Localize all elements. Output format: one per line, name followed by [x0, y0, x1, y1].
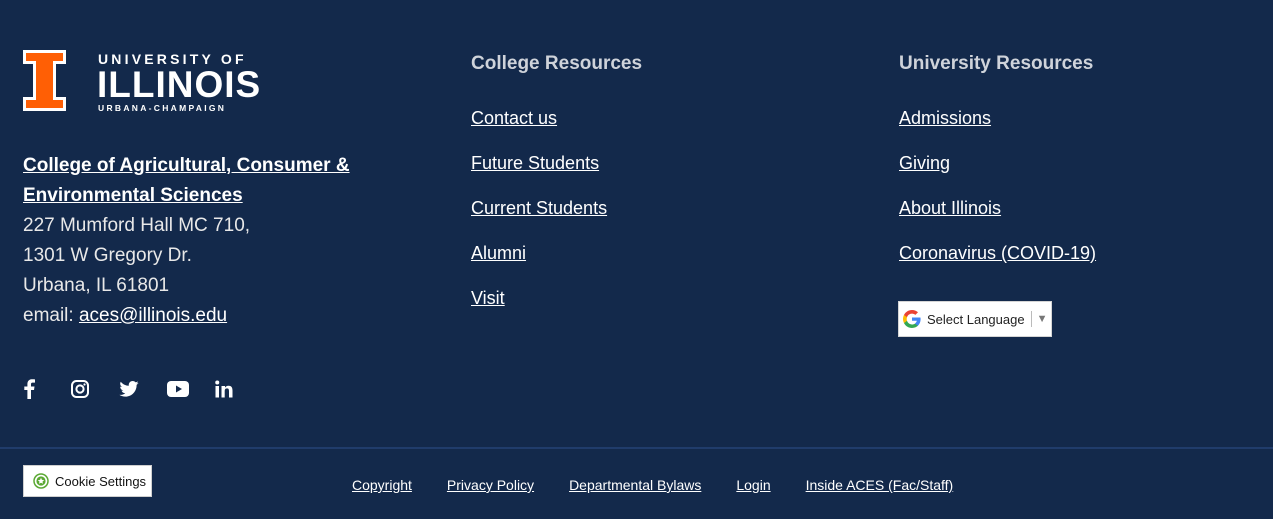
address-street2: 1301 W Gregory Dr.: [23, 245, 192, 266]
language-select-label: Select Language: [927, 311, 1025, 327]
college-address: College of Agricultural, Consumer & Envir…: [23, 151, 423, 331]
footer-divider: [0, 447, 1273, 449]
address-city: Urbana, IL 61801: [23, 275, 170, 296]
current-students-link[interactable]: Current Students: [471, 198, 607, 218]
legal-links: Copyright Privacy Policy Departmental By…: [352, 476, 988, 494]
university-logo[interactable]: UNIVERSITY OF ILLINOIS URBANA-CHAMPAIGN: [23, 50, 263, 114]
college-name-link[interactable]: College of Agricultural, Consumer & Envir…: [23, 155, 350, 206]
coronavirus-link[interactable]: Coronavirus (COVID-19): [899, 243, 1096, 263]
list-item: Alumni: [471, 241, 642, 286]
google-icon: [903, 310, 921, 328]
future-students-link[interactable]: Future Students: [471, 153, 599, 173]
facebook-icon[interactable]: [23, 376, 71, 402]
twitter-icon[interactable]: [119, 376, 167, 402]
contact-us-link[interactable]: Contact us: [471, 108, 557, 128]
cookie-settings-button[interactable]: Cookie Settings: [23, 465, 152, 497]
language-select[interactable]: Select Language ▼: [898, 301, 1052, 337]
block-i-icon: [23, 50, 66, 111]
inside-aces-link[interactable]: Inside ACES (Fac/Staff): [806, 476, 954, 494]
linkedin-icon[interactable]: [215, 376, 263, 402]
copyright-link[interactable]: Copyright: [352, 476, 412, 494]
language-select-divider: [1030, 311, 1032, 327]
list-item: Contact us: [471, 106, 642, 151]
list-item: Coronavirus (COVID-19): [899, 241, 1096, 286]
address-street: 227 Mumford Hall MC 710,: [23, 215, 251, 236]
visit-link[interactable]: Visit: [471, 288, 505, 308]
logo-wordmark: UNIVERSITY OF ILLINOIS URBANA-CHAMPAIGN: [97, 50, 262, 114]
email-link[interactable]: aces@illinois.edu: [79, 305, 227, 326]
instagram-icon[interactable]: [71, 376, 119, 402]
university-resources-column: University Resources Admissions Giving A…: [899, 52, 1096, 286]
college-resources-list: Contact us Future Students Current Stude…: [471, 106, 642, 331]
college-name-line2: Environmental Sciences: [23, 185, 243, 206]
list-item: Visit: [471, 286, 642, 331]
giving-link[interactable]: Giving: [899, 153, 950, 173]
list-item: Current Students: [471, 196, 642, 241]
cookie-settings-icon: [33, 473, 49, 489]
privacy-policy-link[interactable]: Privacy Policy: [447, 476, 534, 494]
university-resources-list: Admissions Giving About Illinois Coronav…: [899, 106, 1096, 286]
social-links: [23, 376, 263, 402]
list-item: Admissions: [899, 106, 1096, 151]
alumni-link[interactable]: Alumni: [471, 243, 526, 263]
list-item: Giving: [899, 151, 1096, 196]
about-illinois-link[interactable]: About Illinois: [899, 198, 1001, 218]
list-item: Future Students: [471, 151, 642, 196]
cookie-settings-label: Cookie Settings: [55, 473, 147, 489]
list-item: About Illinois: [899, 196, 1096, 241]
college-resources-column: College Resources Contact us Future Stud…: [471, 52, 642, 331]
chevron-down-icon: ▼: [1036, 313, 1048, 325]
email-label: email:: [23, 305, 74, 326]
college-name-line1: College of Agricultural, Consumer &: [23, 155, 350, 176]
departmental-bylaws-link[interactable]: Departmental Bylaws: [569, 476, 701, 494]
logo-main-text: ILLINOIS: [97, 64, 262, 105]
university-resources-heading: University Resources: [899, 53, 1094, 74]
college-resources-heading: College Resources: [471, 53, 643, 74]
login-link[interactable]: Login: [736, 476, 770, 494]
admissions-link[interactable]: Admissions: [899, 108, 991, 128]
youtube-icon[interactable]: [167, 376, 215, 402]
